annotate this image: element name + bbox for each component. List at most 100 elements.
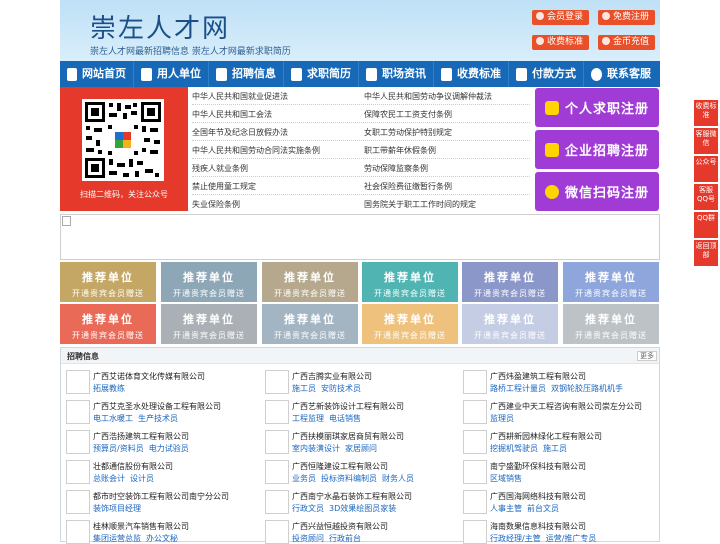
company-logo[interactable] <box>463 460 487 484</box>
law-link[interactable]: 社会保险费征缴暂行条例 <box>364 181 452 192</box>
company-logo[interactable] <box>66 460 90 484</box>
company-name[interactable]: 广西建业中天工程咨询有限公司崇左分公司 <box>490 401 642 412</box>
job-link[interactable]: 电话销售 <box>329 414 361 423</box>
recommend-tile[interactable]: 推荐单位 开通贵宾会员赠送 <box>362 262 458 302</box>
more-button[interactable]: 更多 <box>637 351 657 361</box>
personal-register-button[interactable]: 个人求职注册 <box>535 88 659 127</box>
nav-jobs[interactable]: 招聘信息 <box>209 61 284 87</box>
job-link[interactable]: 财务人员 <box>382 474 414 483</box>
nav-employers[interactable]: 用人单位 <box>134 61 209 87</box>
law-link[interactable]: 失业保险条例 <box>192 199 240 210</box>
float-wechat-service[interactable]: 客服微信 <box>694 128 718 154</box>
recommend-tile[interactable]: 推荐单位 开通贵宾会员赠送 <box>462 262 558 302</box>
company-register-button[interactable]: 企业招聘注册 <box>535 130 659 169</box>
nav-resumes[interactable]: 求职简历 <box>284 61 359 87</box>
company-name[interactable]: 广西艾诺体育文化传媒有限公司 <box>93 371 205 382</box>
job-link[interactable]: 办公文秘 <box>146 534 178 543</box>
job-link[interactable]: 室内装潢设计 <box>292 444 340 453</box>
job-link[interactable]: 设计员 <box>130 474 154 483</box>
company-logo[interactable] <box>265 430 289 454</box>
company-name[interactable]: 广西扶模丽琪家居商贸有限公司 <box>292 431 404 442</box>
recommend-tile[interactable]: 推荐单位 开通贵宾会员赠送 <box>161 304 257 344</box>
job-link[interactable]: 安防技术员 <box>321 384 361 393</box>
recommend-tile[interactable]: 推荐单位 开通贵宾会员赠送 <box>60 262 156 302</box>
company-name[interactable]: 广西恒隆建设工程有限公司 <box>292 461 388 472</box>
register-button[interactable]: 免费注册 <box>598 10 656 25</box>
law-link[interactable]: 禁止使用童工规定 <box>192 181 256 192</box>
company-logo[interactable] <box>463 520 487 544</box>
company-logo[interactable] <box>265 490 289 514</box>
job-link[interactable]: 装饰项目经理 <box>93 504 141 513</box>
float-back-to-top[interactable]: 返回顶部 <box>694 240 718 266</box>
job-link[interactable]: 人事主管 <box>490 504 522 513</box>
law-link[interactable]: 全国年节及纪念日放假办法 <box>192 127 288 138</box>
company-logo[interactable] <box>265 460 289 484</box>
company-logo[interactable] <box>265 370 289 394</box>
job-link[interactable]: 电力试验员 <box>149 444 189 453</box>
company-name[interactable]: 壮都通信股份有限公司 <box>93 461 173 472</box>
company-logo[interactable] <box>463 430 487 454</box>
company-logo[interactable] <box>66 430 90 454</box>
law-link[interactable]: 残疾人就业条例 <box>192 163 248 174</box>
company-name[interactable]: 广西国海网络科技有限公司 <box>490 491 586 502</box>
company-name[interactable]: 广西吉腾实业有限公司 <box>292 371 372 382</box>
job-link[interactable]: 业务员 <box>292 474 316 483</box>
company-logo[interactable] <box>66 370 90 394</box>
company-name[interactable]: 桂林顺景汽车销售有限公司 <box>93 521 189 532</box>
company-logo[interactable] <box>66 520 90 544</box>
ad-banner[interactable] <box>60 214 660 260</box>
recommend-tile[interactable]: 推荐单位 开通贵宾会员赠送 <box>161 262 257 302</box>
site-title[interactable]: 崇左人才网 <box>90 8 230 45</box>
law-link[interactable]: 中华人民共和国工会法 <box>192 109 272 120</box>
job-link[interactable]: 区域销售 <box>490 474 522 483</box>
company-name[interactable]: 广西炜盈建筑工程有限公司 <box>490 371 586 382</box>
law-link[interactable]: 中华人民共和国劳动合同法实施条例 <box>192 145 320 156</box>
company-logo[interactable] <box>265 520 289 544</box>
wechat-register-button[interactable]: 微信扫码注册 <box>535 172 659 211</box>
company-name[interactable]: 广西浩扬建筑工程有限公司 <box>93 431 189 442</box>
recommend-tile[interactable]: 推荐单位 开通贵宾会员赠送 <box>462 304 558 344</box>
float-official-account[interactable]: 公众号 <box>694 156 718 182</box>
job-link[interactable]: 预算员/资料员 <box>93 444 144 453</box>
recommend-tile[interactable]: 推荐单位 开通贵宾会员赠送 <box>262 304 358 344</box>
nav-pricing[interactable]: 收费标准 <box>434 61 509 87</box>
company-name[interactable]: 广西艾克圣水处理设备工程有限公司 <box>93 401 221 412</box>
job-link[interactable]: 电工水暖工 <box>93 414 133 423</box>
company-name[interactable]: 广西艺新装饰设计工程有限公司 <box>292 401 404 412</box>
law-link[interactable]: 劳动保障监察条例 <box>364 163 428 174</box>
recommend-tile[interactable]: 推荐单位 开通贵宾会员赠送 <box>362 304 458 344</box>
nav-news[interactable]: 职场资讯 <box>359 61 434 87</box>
recommend-tile[interactable]: 推荐单位 开通贵宾会员赠送 <box>563 262 659 302</box>
company-logo[interactable] <box>66 400 90 424</box>
recommend-tile[interactable]: 推荐单位 开通贵宾会员赠送 <box>60 304 156 344</box>
company-logo[interactable] <box>463 370 487 394</box>
company-logo[interactable] <box>463 400 487 424</box>
company-name[interactable]: 都市时空装饰工程有限公司南宁分公司 <box>93 491 229 502</box>
job-link[interactable]: 前台文员 <box>527 504 559 513</box>
pricing-button[interactable]: 收费标准 <box>532 35 590 50</box>
job-link[interactable]: 双钢轮胶压路机机手 <box>551 384 623 393</box>
float-pricing[interactable]: 收费标准 <box>694 100 718 126</box>
job-link[interactable]: 运营/推广专员 <box>546 534 597 543</box>
job-link[interactable]: 投资顾问 <box>292 534 324 543</box>
job-link[interactable]: 施工员 <box>543 444 567 453</box>
nav-home[interactable]: 网站首页 <box>60 61 134 87</box>
law-link[interactable]: 国务院关于职工工作时间的规定 <box>364 199 476 210</box>
recommend-tile[interactable]: 推荐单位 开通贵宾会员赠送 <box>563 304 659 344</box>
company-logo[interactable] <box>463 490 487 514</box>
job-link[interactable]: 行政前台 <box>329 534 361 543</box>
job-link[interactable]: 投标资料编制员 <box>321 474 377 483</box>
job-link[interactable]: 工程监理 <box>292 414 324 423</box>
nav-payment[interactable]: 付款方式 <box>509 61 584 87</box>
recharge-button[interactable]: 金币充值 <box>598 35 656 50</box>
job-link[interactable]: 3D效果绘图员家装 <box>329 504 396 513</box>
company-name[interactable]: 广西耕新园林绿化工程有限公司 <box>490 431 602 442</box>
job-link[interactable]: 总账会计 <box>93 474 125 483</box>
nav-contact[interactable]: 联系客服 <box>584 61 658 87</box>
company-name[interactable]: 南宁盛勤环保科技有限公司 <box>490 461 586 472</box>
job-link[interactable]: 行政文员 <box>292 504 324 513</box>
law-link[interactable]: 职工带薪年休假条例 <box>364 145 436 156</box>
company-name[interactable]: 广西南宁水晶石装饰工程有限公司 <box>292 491 412 502</box>
law-link[interactable]: 女职工劳动保护特别规定 <box>364 127 452 138</box>
law-link[interactable]: 中华人民共和国劳动争议调解仲裁法 <box>364 91 492 102</box>
